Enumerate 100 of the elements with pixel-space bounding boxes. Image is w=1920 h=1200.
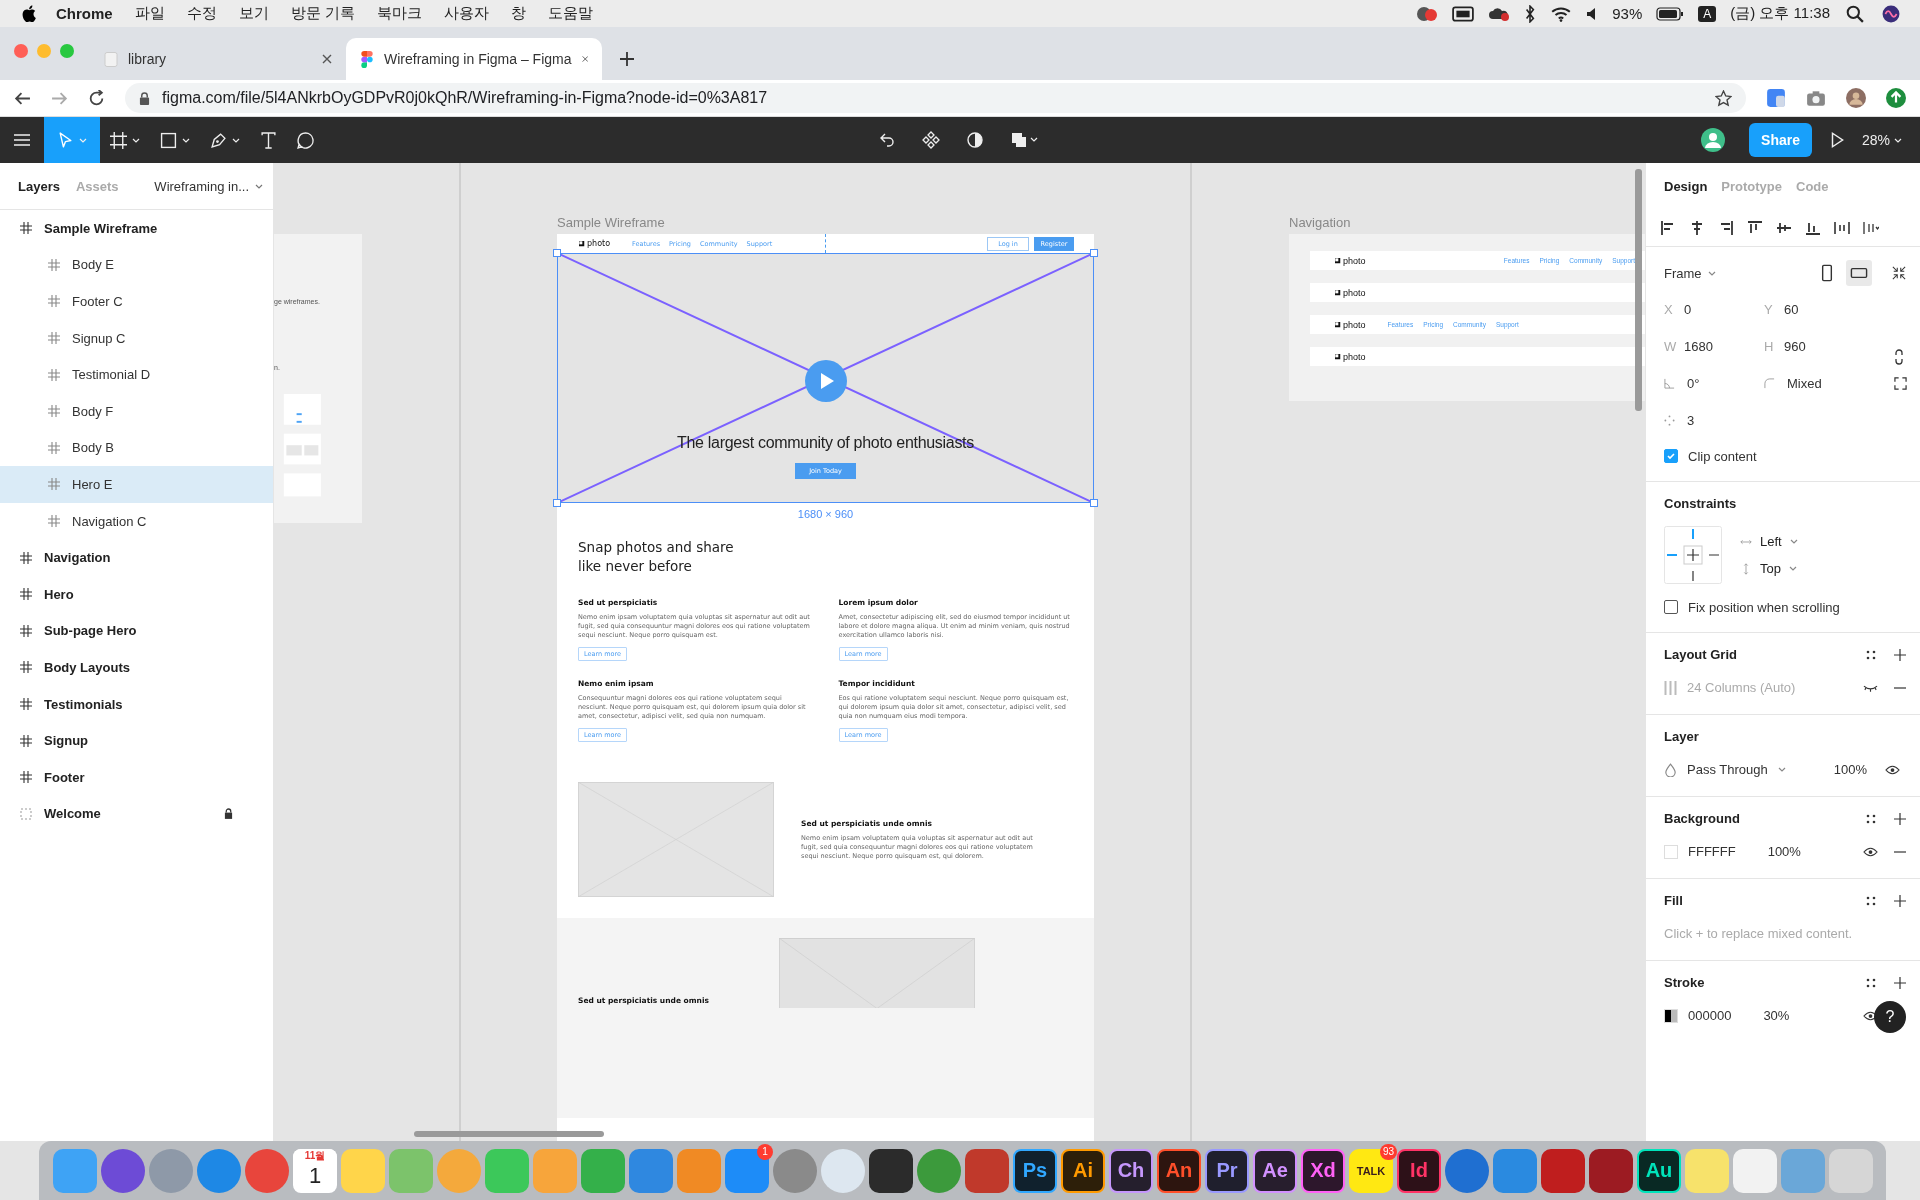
layer-row[interactable]: Testimonial D [0,356,273,393]
play-button-icon[interactable] [804,360,847,402]
horizontal-constraint-dropdown[interactable]: Left [1760,534,1782,549]
blend-icon[interactable] [1664,762,1677,777]
clip-content-checkbox[interactable] [1664,449,1678,463]
calendar-icon[interactable]: 11월 1 [293,1148,337,1193]
layer-row[interactable]: Body B [0,429,273,467]
app-icon[interactable]: Ps [1013,1148,1057,1193]
menu-icon[interactable] [14,131,30,149]
align-icon[interactable] [1660,219,1676,236]
layer-row[interactable]: Hero E [0,466,273,503]
property-field[interactable]: X 0 [1664,291,1764,328]
align-icon[interactable] [1747,219,1763,236]
lock-icon[interactable] [224,808,233,820]
add-icon[interactable] [1894,813,1906,825]
lock-icon[interactable] [139,91,150,105]
layer-row[interactable]: Body Layouts [0,649,273,686]
menu-item[interactable]: 창 [510,4,526,23]
menu-item[interactable]: 북마크 [376,4,422,23]
opacity-field[interactable]: 100% [1833,762,1867,777]
menu-item[interactable]: 도움말 [547,4,593,23]
app-icon[interactable] [869,1148,913,1193]
menu-app-name[interactable]: Chrome [56,5,113,22]
independent-corners-icon[interactable] [1894,377,1907,390]
frame-preset-dropdown[interactable]: Frame [1664,265,1702,281]
contrast-icon[interactable] [966,131,984,149]
menu-item[interactable]: 수정 [186,4,217,23]
layer-row[interactable]: Body F [0,392,273,430]
browser-tab[interactable]: library [90,38,346,80]
user-avatar-icon[interactable] [1701,128,1726,152]
siri-icon[interactable] [1880,4,1902,23]
apple-icon[interactable] [22,5,36,22]
wifi-icon[interactable] [1550,4,1573,23]
app-icon[interactable]: Ai [1061,1148,1105,1193]
help-button[interactable]: ? [1874,1001,1906,1033]
reload-icon[interactable] [88,89,105,107]
add-icon[interactable] [1894,977,1906,989]
update-icon[interactable] [1886,88,1906,108]
menu-clock[interactable]: (금) 오후 11:38 [1730,4,1830,23]
resize-to-fit-icon[interactable] [1892,266,1906,280]
styles-icon[interactable] [1866,978,1876,988]
translate-icon[interactable] [1766,88,1786,108]
resize-handle[interactable] [1090,249,1098,257]
app-icon[interactable]: Au [1637,1148,1681,1193]
app-icon[interactable]: Ae [1253,1148,1297,1193]
zoom-dropdown[interactable]: 28% [1861,132,1890,148]
color-swatch[interactable] [1664,844,1678,859]
blend-mode-dropdown[interactable]: Pass Through [1687,762,1768,777]
page-dropdown[interactable]: Wireframing in... [154,178,249,194]
rotation-field[interactable]: 0° [1664,365,1764,402]
layer-row[interactable]: Testimonials [0,685,273,723]
layer-row[interactable]: Signup C [0,319,273,357]
menu-item[interactable]: 사용자 [443,4,489,23]
close-icon[interactable] [322,54,332,64]
eye-icon[interactable] [1863,846,1878,857]
layer-row[interactable]: Footer [0,758,273,796]
layer-row[interactable]: Navigation [0,539,273,576]
panel-tab[interactable]: Design [1664,178,1708,194]
app-icon[interactable]: Ch [1109,1148,1153,1193]
scrollbar[interactable] [1635,169,1642,411]
property-field[interactable]: W 1680 [1664,328,1764,365]
app-icon[interactable]: Id [1397,1148,1441,1193]
hero-placeholder[interactable] [557,253,1094,503]
resize-handle[interactable] [553,499,561,507]
align-icon[interactable] [1689,219,1705,236]
color-swatch[interactable] [1664,1008,1678,1023]
bluetooth-icon[interactable] [1524,4,1537,23]
constrain-proportions-icon[interactable] [1894,349,1904,365]
menu-item[interactable]: 보기 [238,4,269,23]
property-field[interactable]: Y 60 [1764,291,1864,328]
eye-icon[interactable] [1885,764,1900,775]
opacity-field[interactable]: 100% [1767,844,1801,859]
layer-row[interactable]: Sub-page Hero [0,612,273,650]
opacity-field[interactable]: 30% [1763,1008,1790,1023]
point-count-field[interactable]: 3 [1664,402,1764,439]
align-icon[interactable] [1718,219,1734,236]
add-icon[interactable] [1894,649,1906,661]
layer-row[interactable]: Sample Wireframe [0,210,273,247]
hex-field[interactable]: 000000 [1688,1008,1732,1023]
align-icon[interactable] [1834,219,1850,236]
camera-icon[interactable] [1806,88,1826,108]
new-tab-icon[interactable] [620,52,634,66]
styles-icon[interactable] [1866,650,1876,660]
notification-icon[interactable] [1416,4,1439,23]
component-icon[interactable] [922,131,940,149]
layer-row[interactable]: Hero [0,575,273,613]
close-icon[interactable] [581,54,588,64]
layer-row[interactable]: Welcome [0,795,273,833]
corner-radius-field[interactable]: Mixed [1764,365,1874,402]
boolean-icon[interactable] [1010,131,1038,149]
resize-handle[interactable] [1090,499,1098,507]
landscape-icon[interactable] [1846,260,1872,286]
layer-row[interactable]: Navigation C [0,502,273,540]
layer-row[interactable]: Body E [0,246,273,284]
resize-handle[interactable] [553,249,561,257]
constraint-widget[interactable] [1664,526,1722,584]
input-source-indicator[interactable]: A [1698,5,1717,22]
search-icon[interactable] [1844,4,1866,23]
scrollbar[interactable] [414,1131,604,1137]
styles-icon[interactable] [1866,814,1876,824]
